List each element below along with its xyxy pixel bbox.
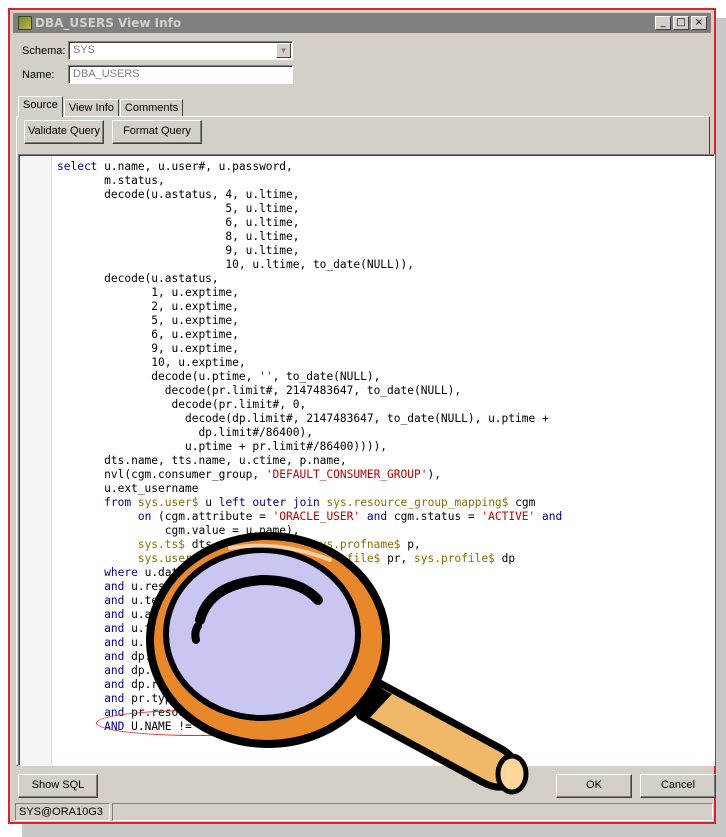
- code-line: and u.tempts# = tts.ts#: [104, 594, 260, 607]
- connection-status: SYS@ORA10G3: [15, 803, 110, 821]
- code-line: decode(pr.limit#, 2147483647, to_date(NU…: [57, 384, 462, 397]
- format-query-button[interactable]: Format Query: [112, 120, 202, 144]
- code-line: m.status,: [57, 174, 165, 187]
- highlight-circle: [96, 710, 296, 736]
- code-line: dts.name, tts.name, u.ctime, p.name,: [57, 454, 347, 467]
- code-line: cgm.value = u.name),: [57, 524, 300, 537]
- schema-value: SYS: [73, 44, 96, 56]
- code-line: 8, u.ltime,: [57, 230, 300, 243]
- code-line: 2, u.exptime,: [57, 300, 239, 313]
- status-panel: [112, 803, 713, 821]
- code-line: and dp.resource# = 1: [104, 678, 239, 691]
- code-line: and u.resource$ = p.profile#: [104, 580, 293, 593]
- code-line: u.ext_username: [57, 482, 199, 495]
- code-line: 1, u.exptime,: [57, 286, 239, 299]
- code-line: 5, u.exptime,: [57, 314, 239, 327]
- code-line: from sys.user$ u left outer join sys.res…: [104, 496, 536, 509]
- status-bar: SYS@ORA10G3: [15, 803, 713, 821]
- cancel-button[interactable]: Cancel: [640, 774, 716, 798]
- name-field[interactable]: DBA_USERS: [68, 65, 293, 84]
- code-line: and u.type# = 1: [104, 622, 206, 635]
- code-line: 10, u.exptime,: [57, 356, 246, 369]
- sql-code[interactable]: select u.name, u.user#, u.password, m.st…: [57, 160, 562, 734]
- code-line: 6, u.ltime,: [57, 216, 300, 229]
- code-line: decode(u.astatus,: [57, 272, 219, 285]
- code-line: decode(u.astatus, 4, u.ltime,: [57, 188, 300, 201]
- tab-source[interactable]: Source: [18, 96, 63, 117]
- code-line: 9, u.ltime,: [57, 244, 300, 257]
- code-line: and u.astatus = m.status#: [104, 608, 273, 621]
- code-line: and dp.profile# = 0: [104, 650, 233, 663]
- editor-gutter: [20, 156, 52, 765]
- code-line: dp.limit#/86400),: [57, 426, 313, 439]
- code-line: 10, u.ltime, to_date(NULL)),: [57, 258, 414, 271]
- tab-view-info[interactable]: View Info: [63, 99, 119, 117]
- sql-editor[interactable]: select u.name, u.user#, u.password, m.st…: [18, 154, 715, 766]
- dialog-window: DBA_USERS View Info _ □ × Schema: SYS ▼ …: [8, 8, 716, 824]
- code-line: u.ptime + pr.limit#/86400)))),: [57, 440, 388, 453]
- code-line: and pr.type# = 1: [104, 692, 212, 705]
- validate-query-button[interactable]: Validate Query: [24, 120, 104, 144]
- code-line: on (cgm.attribute = 'ORACLE_USER' and cg…: [137, 510, 563, 523]
- code-line: nvl(cgm.consumer_group, 'DEFAULT_CONSUME…: [57, 468, 441, 481]
- title-bar[interactable]: DBA_USERS View Info _ □ ×: [13, 13, 711, 33]
- window-controls: _ □ ×: [655, 16, 707, 30]
- ok-button[interactable]: OK: [556, 774, 632, 798]
- code-line: 5, u.ltime,: [57, 202, 300, 215]
- code-line: decode(dp.limit#, 2147483647, to_date(NU…: [57, 412, 549, 425]
- tab-bar: Source View Info Comments: [18, 96, 184, 117]
- code-line: 6, u.exptime,: [57, 328, 239, 341]
- code-line: 9, u.exptime,: [57, 342, 239, 355]
- code-line: sys.ts$ dts, sys.ts$ tts, sys.profname$ …: [137, 538, 421, 551]
- code-line: sys.user_astatus_map m, sys.profile$ pr,…: [137, 552, 516, 565]
- chevron-down-icon[interactable]: ▼: [276, 43, 291, 58]
- show-sql-button[interactable]: Show SQL: [18, 774, 98, 798]
- name-value: DBA_USERS: [73, 68, 140, 80]
- code-line: where u.datats# = dts.ts#: [104, 566, 273, 579]
- schema-select[interactable]: SYS ▼: [68, 41, 293, 60]
- name-label: Name:: [22, 69, 55, 81]
- maximize-icon[interactable]: □: [673, 16, 689, 30]
- code-line: and dp.type# = 1: [104, 664, 212, 677]
- minimize-icon[interactable]: _: [655, 16, 671, 30]
- code-line: decode(pr.limit#, 0,: [57, 398, 307, 411]
- code-line: select u.name, u.user#, u.password,: [57, 160, 293, 173]
- code-line: decode(u.ptime, '', to_date(NULL),: [57, 370, 381, 383]
- code-line: and u.resource$ = pr.profile#: [104, 636, 300, 649]
- app-icon: [18, 16, 32, 30]
- tab-comments[interactable]: Comments: [119, 99, 184, 117]
- schema-label: Schema:: [22, 45, 66, 57]
- window-title: DBA_USERS View Info: [35, 16, 182, 30]
- close-icon[interactable]: ×: [691, 16, 707, 30]
